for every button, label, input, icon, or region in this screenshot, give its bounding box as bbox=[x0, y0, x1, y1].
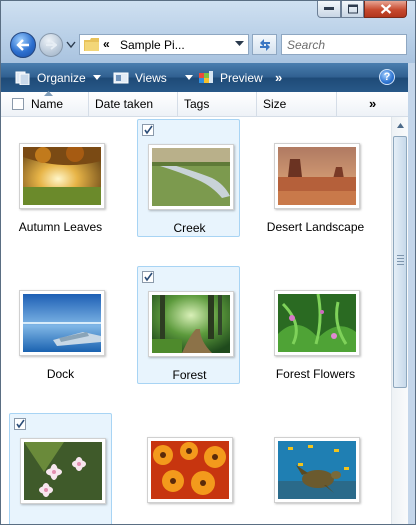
forest-flowers-thumbnail bbox=[274, 290, 360, 356]
help-button[interactable]: ? bbox=[379, 69, 395, 85]
chevron-down-icon bbox=[92, 75, 101, 80]
file-name: Dock bbox=[46, 367, 75, 381]
minimize-button[interactable] bbox=[317, 1, 341, 18]
refresh-icon bbox=[260, 39, 270, 51]
column-header-row: Name Date taken Tags Size » bbox=[1, 91, 415, 117]
file-name: Desert Landscape bbox=[266, 220, 365, 234]
file-tile[interactable] bbox=[137, 413, 240, 524]
creek-thumbnail bbox=[148, 144, 234, 210]
close-button[interactable] bbox=[364, 1, 407, 18]
autumn-leaves-thumbnail bbox=[19, 143, 105, 209]
minimize-icon bbox=[324, 7, 334, 10]
file-name: Autumn Leaves bbox=[18, 220, 103, 234]
checkmark-icon bbox=[16, 419, 25, 429]
file-tile[interactable]: Creek bbox=[137, 119, 240, 237]
file-view: Autumn Leaves Creek Desert Landscape Doc… bbox=[1, 117, 391, 524]
scrollbar-thumb[interactable] bbox=[393, 136, 407, 388]
file-name: Forest bbox=[172, 368, 207, 382]
recent-pages-dropdown-icon[interactable] bbox=[66, 41, 76, 49]
views-label: Views bbox=[135, 70, 167, 85]
command-bar-overflow-button[interactable]: » bbox=[275, 63, 282, 92]
item-checkbox[interactable] bbox=[142, 271, 154, 283]
file-tile[interactable]: Desert Landscape bbox=[264, 119, 367, 237]
maximize-button[interactable] bbox=[341, 1, 364, 18]
preview-button[interactable]: Preview bbox=[198, 63, 263, 92]
address-breadcrumb[interactable]: Sample Pi... bbox=[120, 38, 185, 52]
command-bar: Organize Views Preview » ? bbox=[1, 63, 415, 92]
file-name: Creek bbox=[173, 221, 206, 235]
explorer-window: « Sample Pi... Search Organize Views Pre… bbox=[0, 0, 416, 525]
refresh-button[interactable] bbox=[252, 34, 277, 55]
arrow-right-icon bbox=[46, 40, 57, 50]
preview-icon bbox=[199, 71, 213, 83]
title-bar: « Sample Pi... Search bbox=[1, 1, 415, 63]
organize-menu[interactable]: Organize bbox=[15, 63, 107, 92]
views-icon bbox=[113, 72, 129, 83]
vertical-scrollbar[interactable] bbox=[391, 117, 409, 524]
organize-icon bbox=[15, 71, 30, 85]
item-checkbox[interactable] bbox=[14, 418, 26, 430]
garden-flowers-thumbnail bbox=[147, 437, 233, 503]
search-placeholder: Search bbox=[287, 38, 326, 52]
folder-icon bbox=[84, 38, 99, 51]
forward-button[interactable] bbox=[39, 33, 63, 57]
maximize-icon bbox=[347, 4, 358, 14]
column-header-size[interactable]: Size bbox=[257, 92, 337, 116]
file-tile[interactable]: Forest Flowers bbox=[264, 266, 367, 384]
search-input[interactable]: Search bbox=[281, 34, 407, 55]
checkmark-icon bbox=[144, 272, 153, 282]
frangipani-flowers-thumbnail bbox=[20, 438, 106, 504]
green-sea-turtle-thumbnail bbox=[274, 437, 360, 503]
close-icon bbox=[380, 4, 391, 14]
scrollbar-grip bbox=[397, 255, 404, 267]
address-bar[interactable]: « Sample Pi... bbox=[79, 34, 249, 55]
chevron-down-icon bbox=[184, 75, 193, 80]
file-tile[interactable]: Autumn Leaves bbox=[9, 119, 112, 237]
address-overflow-chevron[interactable]: « bbox=[103, 37, 110, 51]
file-tile[interactable] bbox=[264, 413, 367, 524]
file-tile[interactable] bbox=[9, 413, 112, 524]
scroll-up-arrow-icon[interactable] bbox=[392, 117, 409, 134]
column-header-name-label: Name bbox=[31, 97, 64, 111]
window-frame bbox=[408, 63, 415, 524]
forest-thumbnail bbox=[148, 291, 234, 357]
preview-label: Preview bbox=[220, 70, 263, 85]
column-header-tags[interactable]: Tags bbox=[178, 92, 257, 116]
views-menu[interactable]: Views bbox=[113, 63, 199, 92]
arrow-left-icon bbox=[16, 39, 29, 51]
file-tile[interactable]: Forest bbox=[137, 266, 240, 384]
item-checkbox[interactable] bbox=[142, 124, 154, 136]
chevron-down-icon[interactable] bbox=[235, 41, 244, 47]
column-header-date-taken[interactable]: Date taken bbox=[89, 92, 178, 116]
sort-ascending-icon bbox=[44, 91, 53, 96]
back-button[interactable] bbox=[10, 32, 36, 58]
column-header-name[interactable]: Name bbox=[1, 91, 89, 116]
dock-thumbnail bbox=[19, 290, 105, 356]
checkmark-icon bbox=[144, 125, 153, 135]
column-overflow-button[interactable]: » bbox=[369, 92, 376, 116]
file-tile[interactable]: Dock bbox=[9, 266, 112, 384]
file-name: Forest Flowers bbox=[275, 367, 356, 381]
organize-label: Organize bbox=[37, 70, 86, 85]
desert-landscape-thumbnail bbox=[274, 143, 360, 209]
